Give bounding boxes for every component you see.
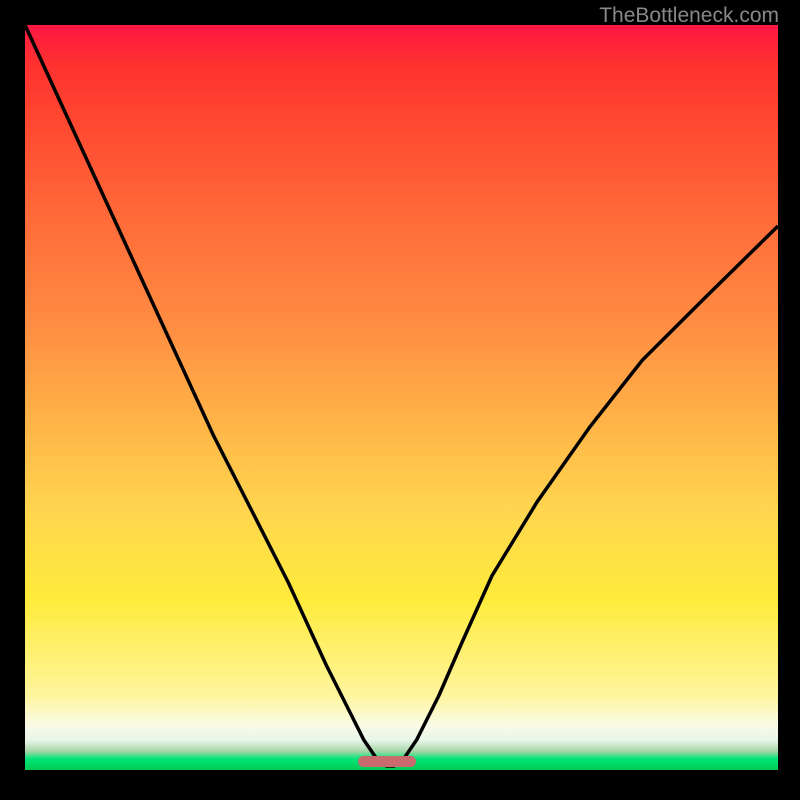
optimal-marker	[358, 756, 416, 767]
watermark-text: TheBottleneck.com	[599, 4, 779, 28]
curve-path	[25, 25, 778, 766]
bottleneck-curve	[25, 25, 778, 770]
chart-plot-area	[25, 25, 778, 770]
chart-container: TheBottleneck.com	[0, 0, 800, 800]
